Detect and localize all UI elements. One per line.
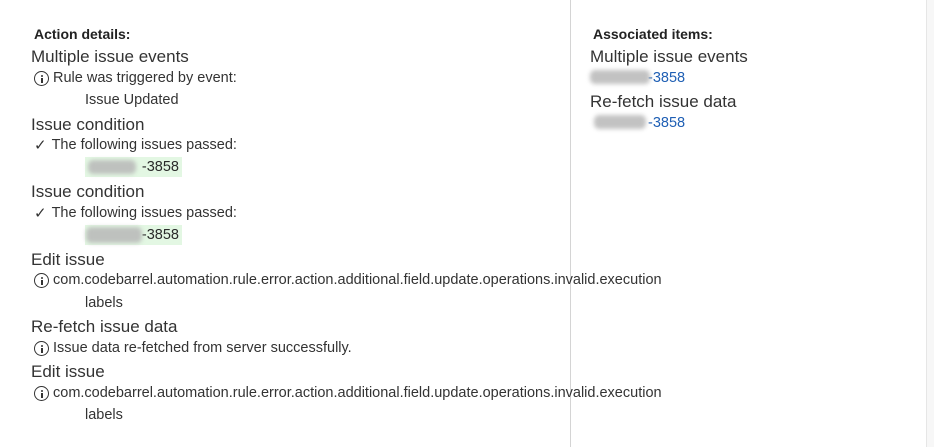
section-message-row: ✓ The following issues passed:: [34, 205, 237, 221]
info-circle-icon: [34, 70, 49, 86]
section-message: Issue data re-fetched from server succes…: [53, 340, 352, 356]
section-title-edit-issue: Edit issue: [31, 250, 105, 269]
redacted-project-key: [86, 227, 142, 243]
associated-issue-link[interactable]: -3858: [648, 115, 685, 131]
associated-item-title: Re-fetch issue data: [590, 92, 737, 111]
redacted-project-key: [594, 115, 646, 129]
field-name: labels: [85, 295, 123, 311]
error-message: com.codebarrel.automation.rule.error.act…: [53, 272, 662, 288]
redacted-project-key: [88, 160, 136, 174]
action-details-heading: Action details:: [34, 26, 131, 42]
column-divider: [570, 0, 571, 447]
section-message: The following issues passed:: [51, 205, 237, 221]
associated-issue-link[interactable]: -3858: [648, 70, 685, 86]
field-name: labels: [85, 407, 123, 423]
section-title-edit-issue: Edit issue: [31, 362, 105, 381]
info-circle-icon: [34, 385, 49, 401]
section-message-row: Issue data re-fetched from server succes…: [34, 340, 352, 356]
section-message-row: ✓ The following issues passed:: [34, 137, 237, 153]
section-title-issue-condition: Issue condition: [31, 182, 145, 201]
associated-item-title: Multiple issue events: [590, 47, 748, 66]
error-message: com.codebarrel.automation.rule.error.act…: [53, 385, 662, 401]
event-name: Issue Updated: [85, 92, 179, 108]
info-circle-icon: [34, 272, 49, 288]
info-circle-icon: [34, 340, 49, 356]
section-message-row: com.codebarrel.automation.rule.error.act…: [34, 272, 662, 288]
section-message-row: Rule was triggered by event:: [34, 70, 237, 86]
section-title-issue-condition: Issue condition: [31, 115, 145, 134]
section-title-multiple-issue-events: Multiple issue events: [31, 47, 189, 66]
redacted-project-key: [590, 70, 650, 84]
section-message: The following issues passed:: [51, 137, 237, 153]
section-title-re-fetch-issue-data: Re-fetch issue data: [31, 317, 178, 336]
associated-items-heading: Associated items:: [593, 26, 713, 42]
check-icon: ✓: [34, 136, 47, 154]
scrollbar-track[interactable]: [926, 0, 934, 447]
check-icon: ✓: [34, 204, 47, 222]
section-message: Rule was triggered by event:: [53, 70, 237, 86]
section-message-row: com.codebarrel.automation.rule.error.act…: [34, 385, 662, 401]
